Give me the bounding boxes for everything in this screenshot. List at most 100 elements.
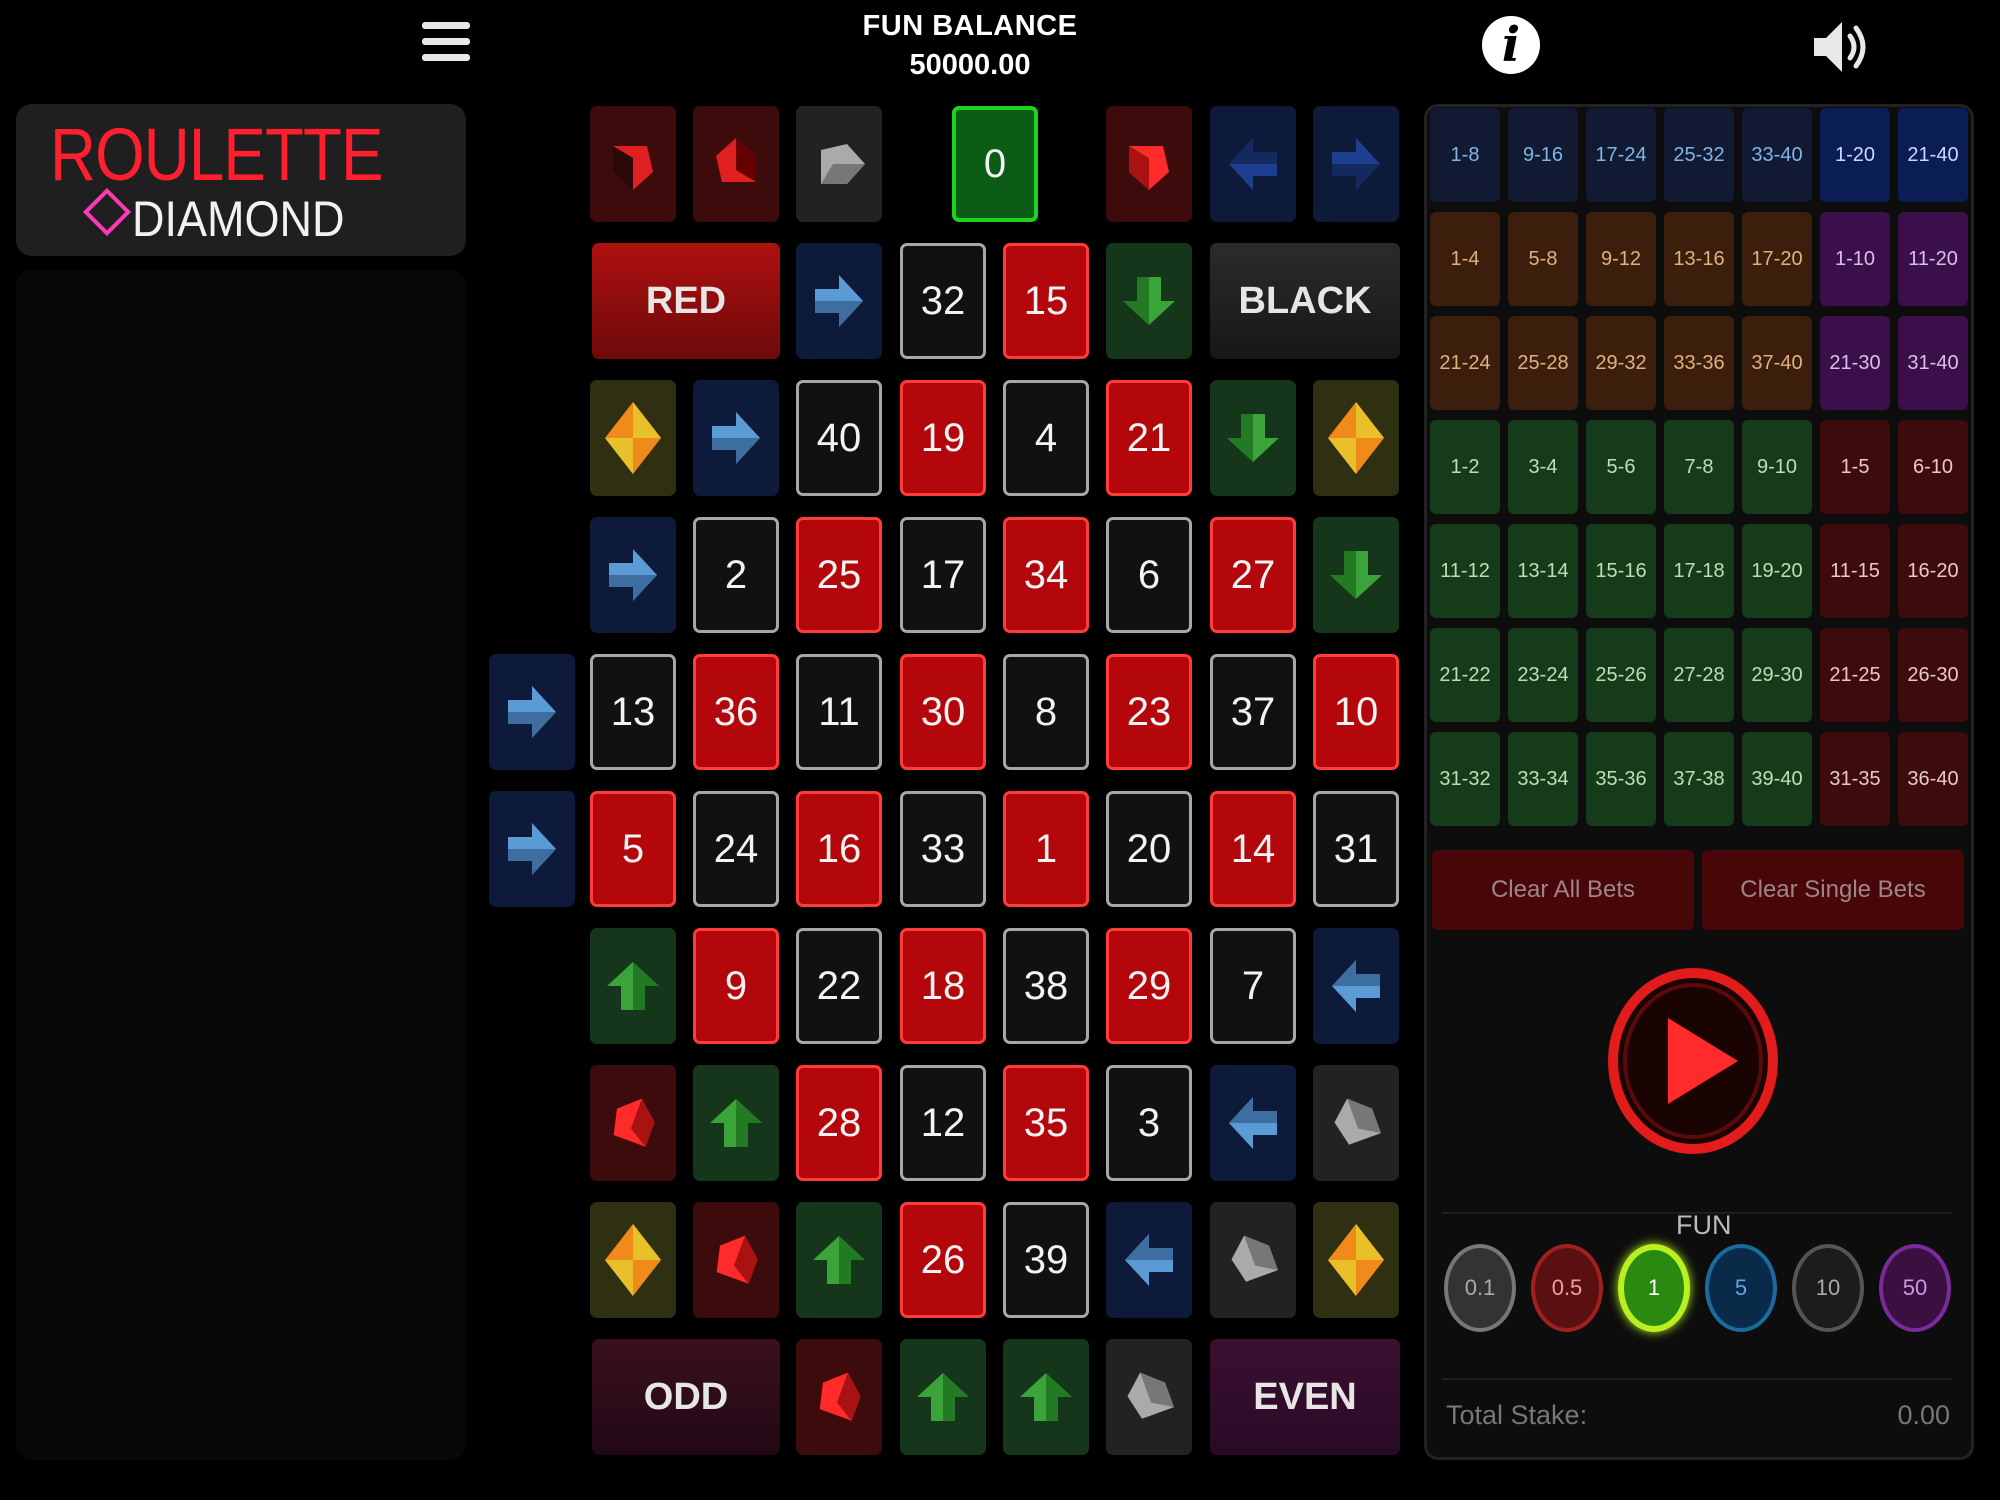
number-cell-26[interactable]: 26 [900, 1202, 986, 1318]
red-arrow-up-icon[interactable] [1106, 106, 1192, 222]
red-arrow-down-left-icon[interactable] [796, 1339, 882, 1455]
split-bet-33-34[interactable]: 33-34 [1508, 732, 1578, 826]
split-bet-1-10[interactable]: 1-10 [1820, 212, 1890, 306]
split-bet-39-40[interactable]: 39-40 [1742, 732, 1812, 826]
gray-arrow-down-right-icon[interactable] [1106, 1339, 1192, 1455]
split-bet-29-30[interactable]: 29-30 [1742, 628, 1812, 722]
number-cell-11[interactable]: 11 [796, 654, 882, 770]
info-icon[interactable]: i [1482, 16, 1540, 74]
number-cell-29[interactable]: 29 [1106, 928, 1192, 1044]
chip-0.5[interactable]: 0.5 [1531, 1244, 1603, 1332]
blue-arrow-left-icon[interactable] [1210, 1065, 1296, 1181]
green-arrow-down-icon[interactable] [1210, 380, 1296, 496]
red-arrow-down-icon[interactable] [693, 106, 779, 222]
menu-icon[interactable] [422, 22, 470, 70]
split-bet-5-8[interactable]: 5-8 [1508, 212, 1578, 306]
green-arrow-up-icon[interactable] [590, 928, 676, 1044]
chip-10[interactable]: 10 [1792, 1244, 1864, 1332]
number-cell-9[interactable]: 9 [693, 928, 779, 1044]
number-cell-34[interactable]: 34 [1003, 517, 1089, 633]
blue-arrow-right-icon[interactable] [693, 380, 779, 496]
number-cell-36[interactable]: 36 [693, 654, 779, 770]
blue-arrow-right-icon[interactable] [1313, 106, 1399, 222]
orange-diamond-icon[interactable] [590, 1202, 676, 1318]
number-cell-39[interactable]: 39 [1003, 1202, 1089, 1318]
number-cell-6[interactable]: 6 [1106, 517, 1192, 633]
number-cell-2[interactable]: 2 [693, 517, 779, 633]
split-bet-1-2[interactable]: 1-2 [1430, 420, 1500, 514]
number-cell-30[interactable]: 30 [900, 654, 986, 770]
chip-5[interactable]: 5 [1705, 1244, 1777, 1332]
number-cell-16[interactable]: 16 [796, 791, 882, 907]
split-bet-9-10[interactable]: 9-10 [1742, 420, 1812, 514]
split-bet-13-14[interactable]: 13-14 [1508, 524, 1578, 618]
green-arrow-up-icon[interactable] [900, 1339, 986, 1455]
split-bet-13-16[interactable]: 13-16 [1664, 212, 1734, 306]
chip-0.1[interactable]: 0.1 [1444, 1244, 1516, 1332]
orange-diamond-icon[interactable] [1313, 380, 1399, 496]
split-bet-19-20[interactable]: 19-20 [1742, 524, 1812, 618]
split-bet-11-15[interactable]: 11-15 [1820, 524, 1890, 618]
chip-50[interactable]: 50 [1879, 1244, 1951, 1332]
split-bet-11-12[interactable]: 11-12 [1430, 524, 1500, 618]
play-icon[interactable] [1606, 966, 1780, 1156]
number-cell-35[interactable]: 35 [1003, 1065, 1089, 1181]
red-arrow-down-left-icon[interactable] [590, 1065, 676, 1181]
split-bet-1-8[interactable]: 1-8 [1430, 108, 1500, 202]
clear-single-bets-button[interactable]: Clear Single Bets [1702, 850, 1964, 930]
split-bet-21-40[interactable]: 21-40 [1898, 108, 1968, 202]
number-cell-38[interactable]: 38 [1003, 928, 1089, 1044]
number-cell-40[interactable]: 40 [796, 380, 882, 496]
green-arrow-down-icon[interactable] [1106, 243, 1192, 359]
split-bet-25-26[interactable]: 25-26 [1586, 628, 1656, 722]
split-bet-21-22[interactable]: 21-22 [1430, 628, 1500, 722]
blue-arrow-right-icon[interactable] [590, 517, 676, 633]
number-cell-37[interactable]: 37 [1210, 654, 1296, 770]
number-cell-28[interactable]: 28 [796, 1065, 882, 1181]
number-cell-13[interactable]: 13 [590, 654, 676, 770]
chip-1[interactable]: 1 [1618, 1244, 1690, 1332]
clear-all-bets-button[interactable]: Clear All Bets [1432, 850, 1694, 930]
split-bet-33-40[interactable]: 33-40 [1742, 108, 1812, 202]
orange-diamond-icon[interactable] [1313, 1202, 1399, 1318]
number-cell-3[interactable]: 3 [1106, 1065, 1192, 1181]
split-bet-17-24[interactable]: 17-24 [1586, 108, 1656, 202]
number-cell-23[interactable]: 23 [1106, 654, 1192, 770]
red-diamond-icon[interactable] [590, 106, 676, 222]
split-bet-31-40[interactable]: 31-40 [1898, 316, 1968, 410]
number-cell-20[interactable]: 20 [1106, 791, 1192, 907]
number-cell-4[interactable]: 4 [1003, 380, 1089, 496]
sound-icon[interactable] [1810, 14, 1876, 80]
number-cell-24[interactable]: 24 [693, 791, 779, 907]
number-cell-8[interactable]: 8 [1003, 654, 1089, 770]
red-bet-button[interactable]: RED [592, 243, 780, 359]
split-bet-3-4[interactable]: 3-4 [1508, 420, 1578, 514]
green-arrow-up-icon[interactable] [1003, 1339, 1089, 1455]
split-bet-7-8[interactable]: 7-8 [1664, 420, 1734, 514]
split-bet-9-16[interactable]: 9-16 [1508, 108, 1578, 202]
split-bet-36-40[interactable]: 36-40 [1898, 732, 1968, 826]
green-arrow-up-icon[interactable] [693, 1065, 779, 1181]
number-cell-12[interactable]: 12 [900, 1065, 986, 1181]
split-bet-29-32[interactable]: 29-32 [1586, 316, 1656, 410]
split-bet-6-10[interactable]: 6-10 [1898, 420, 1968, 514]
number-cell-15[interactable]: 15 [1003, 243, 1089, 359]
blue-arrow-right-icon[interactable] [796, 243, 882, 359]
green-arrow-down-icon[interactable] [1313, 517, 1399, 633]
number-cell-18[interactable]: 18 [900, 928, 986, 1044]
split-bet-37-38[interactable]: 37-38 [1664, 732, 1734, 826]
red-arrow-down-left-icon[interactable] [693, 1202, 779, 1318]
number-cell-5[interactable]: 5 [590, 791, 676, 907]
split-bet-15-16[interactable]: 15-16 [1586, 524, 1656, 618]
split-bet-25-32[interactable]: 25-32 [1664, 108, 1734, 202]
split-bet-21-24[interactable]: 21-24 [1430, 316, 1500, 410]
number-cell-32[interactable]: 32 [900, 243, 986, 359]
number-cell-33[interactable]: 33 [900, 791, 986, 907]
split-bet-17-18[interactable]: 17-18 [1664, 524, 1734, 618]
green-arrow-up-icon[interactable] [796, 1202, 882, 1318]
split-bet-35-36[interactable]: 35-36 [1586, 732, 1656, 826]
split-bet-37-40[interactable]: 37-40 [1742, 316, 1812, 410]
number-cell-17[interactable]: 17 [900, 517, 986, 633]
split-bet-21-25[interactable]: 21-25 [1820, 628, 1890, 722]
blue-arrow-left-icon[interactable] [1313, 928, 1399, 1044]
